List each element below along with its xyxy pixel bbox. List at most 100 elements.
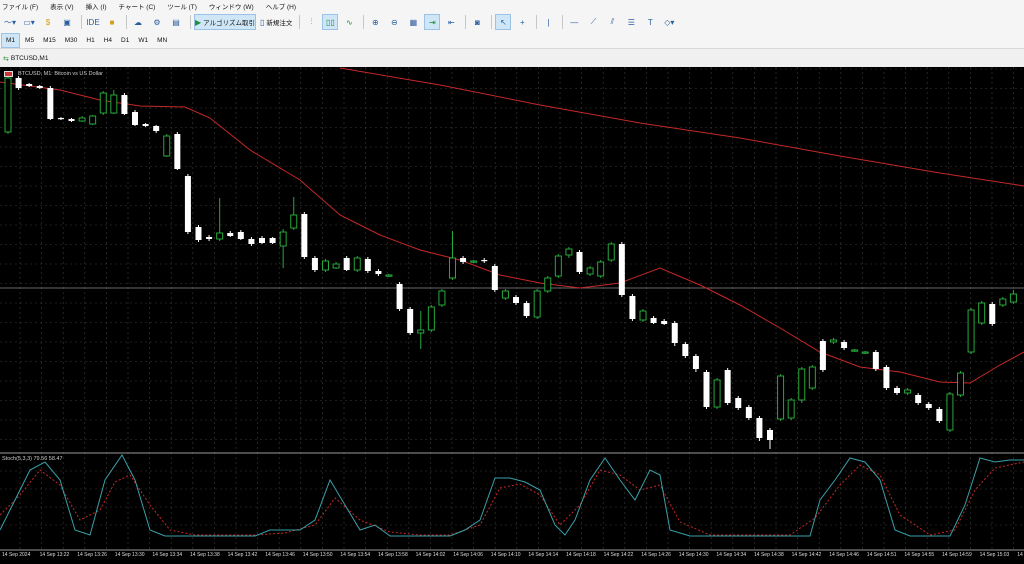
menu-file[interactable]: ファイル (F) xyxy=(2,1,38,11)
candle-body-bear xyxy=(375,271,382,274)
candle-body-bear xyxy=(269,238,276,243)
toolbar-divider xyxy=(190,15,191,29)
candle-body-bear xyxy=(206,237,213,239)
candle-body-bull xyxy=(417,329,425,334)
autoscroll-icon[interactable]: ⇥ xyxy=(424,14,441,30)
ide-label: IDE xyxy=(86,17,100,27)
algo-trading-button[interactable]: ▶ アルゴリズム取引 xyxy=(194,14,256,30)
timeframe-d1[interactable]: D1 xyxy=(117,33,133,48)
chart-tab-icon: ⇆ xyxy=(3,55,9,63)
candle-body-bull xyxy=(597,261,605,277)
candle-body-bear xyxy=(883,367,890,388)
vertical-line-icon[interactable]: | xyxy=(540,14,556,30)
cursor-icon[interactable]: ↖ xyxy=(495,14,512,30)
zoom-out-icon[interactable]: ⊖ xyxy=(386,14,402,30)
time-label: 14 Sep 14:30 xyxy=(678,552,709,558)
timeframe-h4[interactable]: H4 xyxy=(100,33,116,48)
timeframe-h1[interactable]: H1 xyxy=(82,33,98,48)
chart-tab-btcusd[interactable]: ⇆ BTCUSD,M1 xyxy=(3,55,48,63)
market-watch-icon[interactable]: $ xyxy=(40,14,56,30)
timeframe-m30[interactable]: M30 xyxy=(61,33,82,48)
timeframe-m15[interactable]: M15 xyxy=(39,33,60,48)
candle-body-bull xyxy=(438,290,446,306)
ide-button[interactable]: IDE xyxy=(85,14,101,30)
stochastic-signal-line xyxy=(0,461,1024,536)
candlestick-icon[interactable]: ▯▯ xyxy=(322,14,339,30)
candle-body-bear xyxy=(174,134,181,169)
trendline-icon[interactable]: ⟋ xyxy=(585,14,601,30)
candle-body-bear xyxy=(227,233,234,236)
menu-window[interactable]: ウィンドウ (W) xyxy=(209,1,254,11)
candle-body-bull xyxy=(713,379,721,408)
menu-insert[interactable]: 挿入 (I) xyxy=(86,1,107,11)
time-label: 14 Sep 14:18 xyxy=(566,552,596,558)
timeframe-w1[interactable]: W1 xyxy=(134,33,152,48)
price-chart[interactable] xyxy=(0,67,1024,564)
vps-icon[interactable]: ⚙ xyxy=(149,14,165,30)
fibonacci-icon[interactable]: ☰ xyxy=(623,14,639,30)
candle-body-bull xyxy=(967,309,975,353)
channel-icon[interactable]: ⫽ xyxy=(604,14,620,30)
toolbar-divider xyxy=(299,15,301,29)
new-order-label: 新規注文 xyxy=(266,20,293,27)
grid-icon[interactable]: ▦ xyxy=(405,14,421,30)
time-label: 14 Sep 14:22 xyxy=(603,552,634,558)
menu-chart[interactable]: チャート (C) xyxy=(119,1,156,11)
candle-body-bull xyxy=(89,115,97,125)
candle-body-bear xyxy=(68,119,75,121)
chart-shift-icon[interactable]: ⇤ xyxy=(443,14,459,30)
chart-type-icon[interactable]: 〜▾ xyxy=(2,14,18,30)
timeframe-mn[interactable]: MN xyxy=(153,33,171,48)
crosshair-icon[interactable]: + xyxy=(514,14,530,30)
candle-body-bull xyxy=(787,399,795,419)
candle-body-bear xyxy=(872,352,879,369)
news-icon[interactable]: ▤ xyxy=(168,14,184,30)
chart-window[interactable]: BTCUSD, M1: Bitcoin vs US Dollar Stoch(5… xyxy=(0,67,1024,564)
candle-body-bull xyxy=(978,302,986,324)
candle-body-bear xyxy=(132,112,138,125)
text-tool-icon[interactable]: T xyxy=(642,14,658,30)
bar-chart-icon[interactable]: ⫶ xyxy=(303,14,319,30)
horizontal-line-icon[interactable]: — xyxy=(566,14,582,30)
shapes-icon[interactable]: ◇▾ xyxy=(661,14,677,30)
play-icon: ▶ xyxy=(195,17,202,27)
navigator-icon[interactable]: ▣ xyxy=(59,14,75,30)
time-label: 14 Sep 13:22 xyxy=(39,552,70,558)
candle-body-bear xyxy=(650,318,657,323)
menu-help[interactable]: ヘルプ (H) xyxy=(266,1,296,11)
timeframe-m5[interactable]: M5 xyxy=(21,33,38,48)
time-label: 14 Sep 13:38 xyxy=(190,552,220,558)
time-label: 14 Sep 14:26 xyxy=(641,552,671,558)
timeframe-m1[interactable]: M1 xyxy=(1,32,21,48)
candle-body-bear xyxy=(259,238,265,243)
candle-body-bear xyxy=(36,86,43,88)
screenshot-icon[interactable]: ◙ xyxy=(469,14,485,30)
new-order-button[interactable]: ▯ 新規注文 xyxy=(259,14,293,30)
time-label: 14 Sep 14:06 xyxy=(453,552,483,558)
candle-body-bull xyxy=(4,77,12,133)
candle-body-bull xyxy=(830,339,837,343)
candle-body-bull xyxy=(946,393,954,431)
chart-tab-label: BTCUSD,M1 xyxy=(10,55,49,62)
candle-body-bull xyxy=(586,267,594,275)
candle-body-bear xyxy=(618,244,625,295)
candle-body-bull xyxy=(999,298,1007,306)
store-icon[interactable]: ■ xyxy=(104,14,120,30)
time-label: 14 Sep 14:51 xyxy=(866,552,897,558)
candle-body-bear xyxy=(936,409,943,421)
menu-tools[interactable]: ツール (T) xyxy=(167,1,197,11)
toolbar-divider xyxy=(465,15,467,29)
candle-body-bull xyxy=(798,368,806,401)
candle-body-bull xyxy=(904,389,912,394)
templates-icon[interactable]: ▭▾ xyxy=(21,14,37,30)
zoom-in-icon[interactable]: ⊕ xyxy=(367,14,383,30)
candle-body-bear xyxy=(142,124,149,126)
candle-body-bull xyxy=(501,290,509,299)
menu-view[interactable]: 表示 (V) xyxy=(50,1,73,11)
signals-icon[interactable]: ☁ xyxy=(130,14,146,30)
line-chart-icon[interactable]: ∿ xyxy=(341,14,357,30)
candle-body-bear xyxy=(460,258,467,262)
candle-body-bull xyxy=(957,372,964,396)
candle-body-bull xyxy=(533,290,541,318)
candle-body-bull xyxy=(851,349,859,352)
